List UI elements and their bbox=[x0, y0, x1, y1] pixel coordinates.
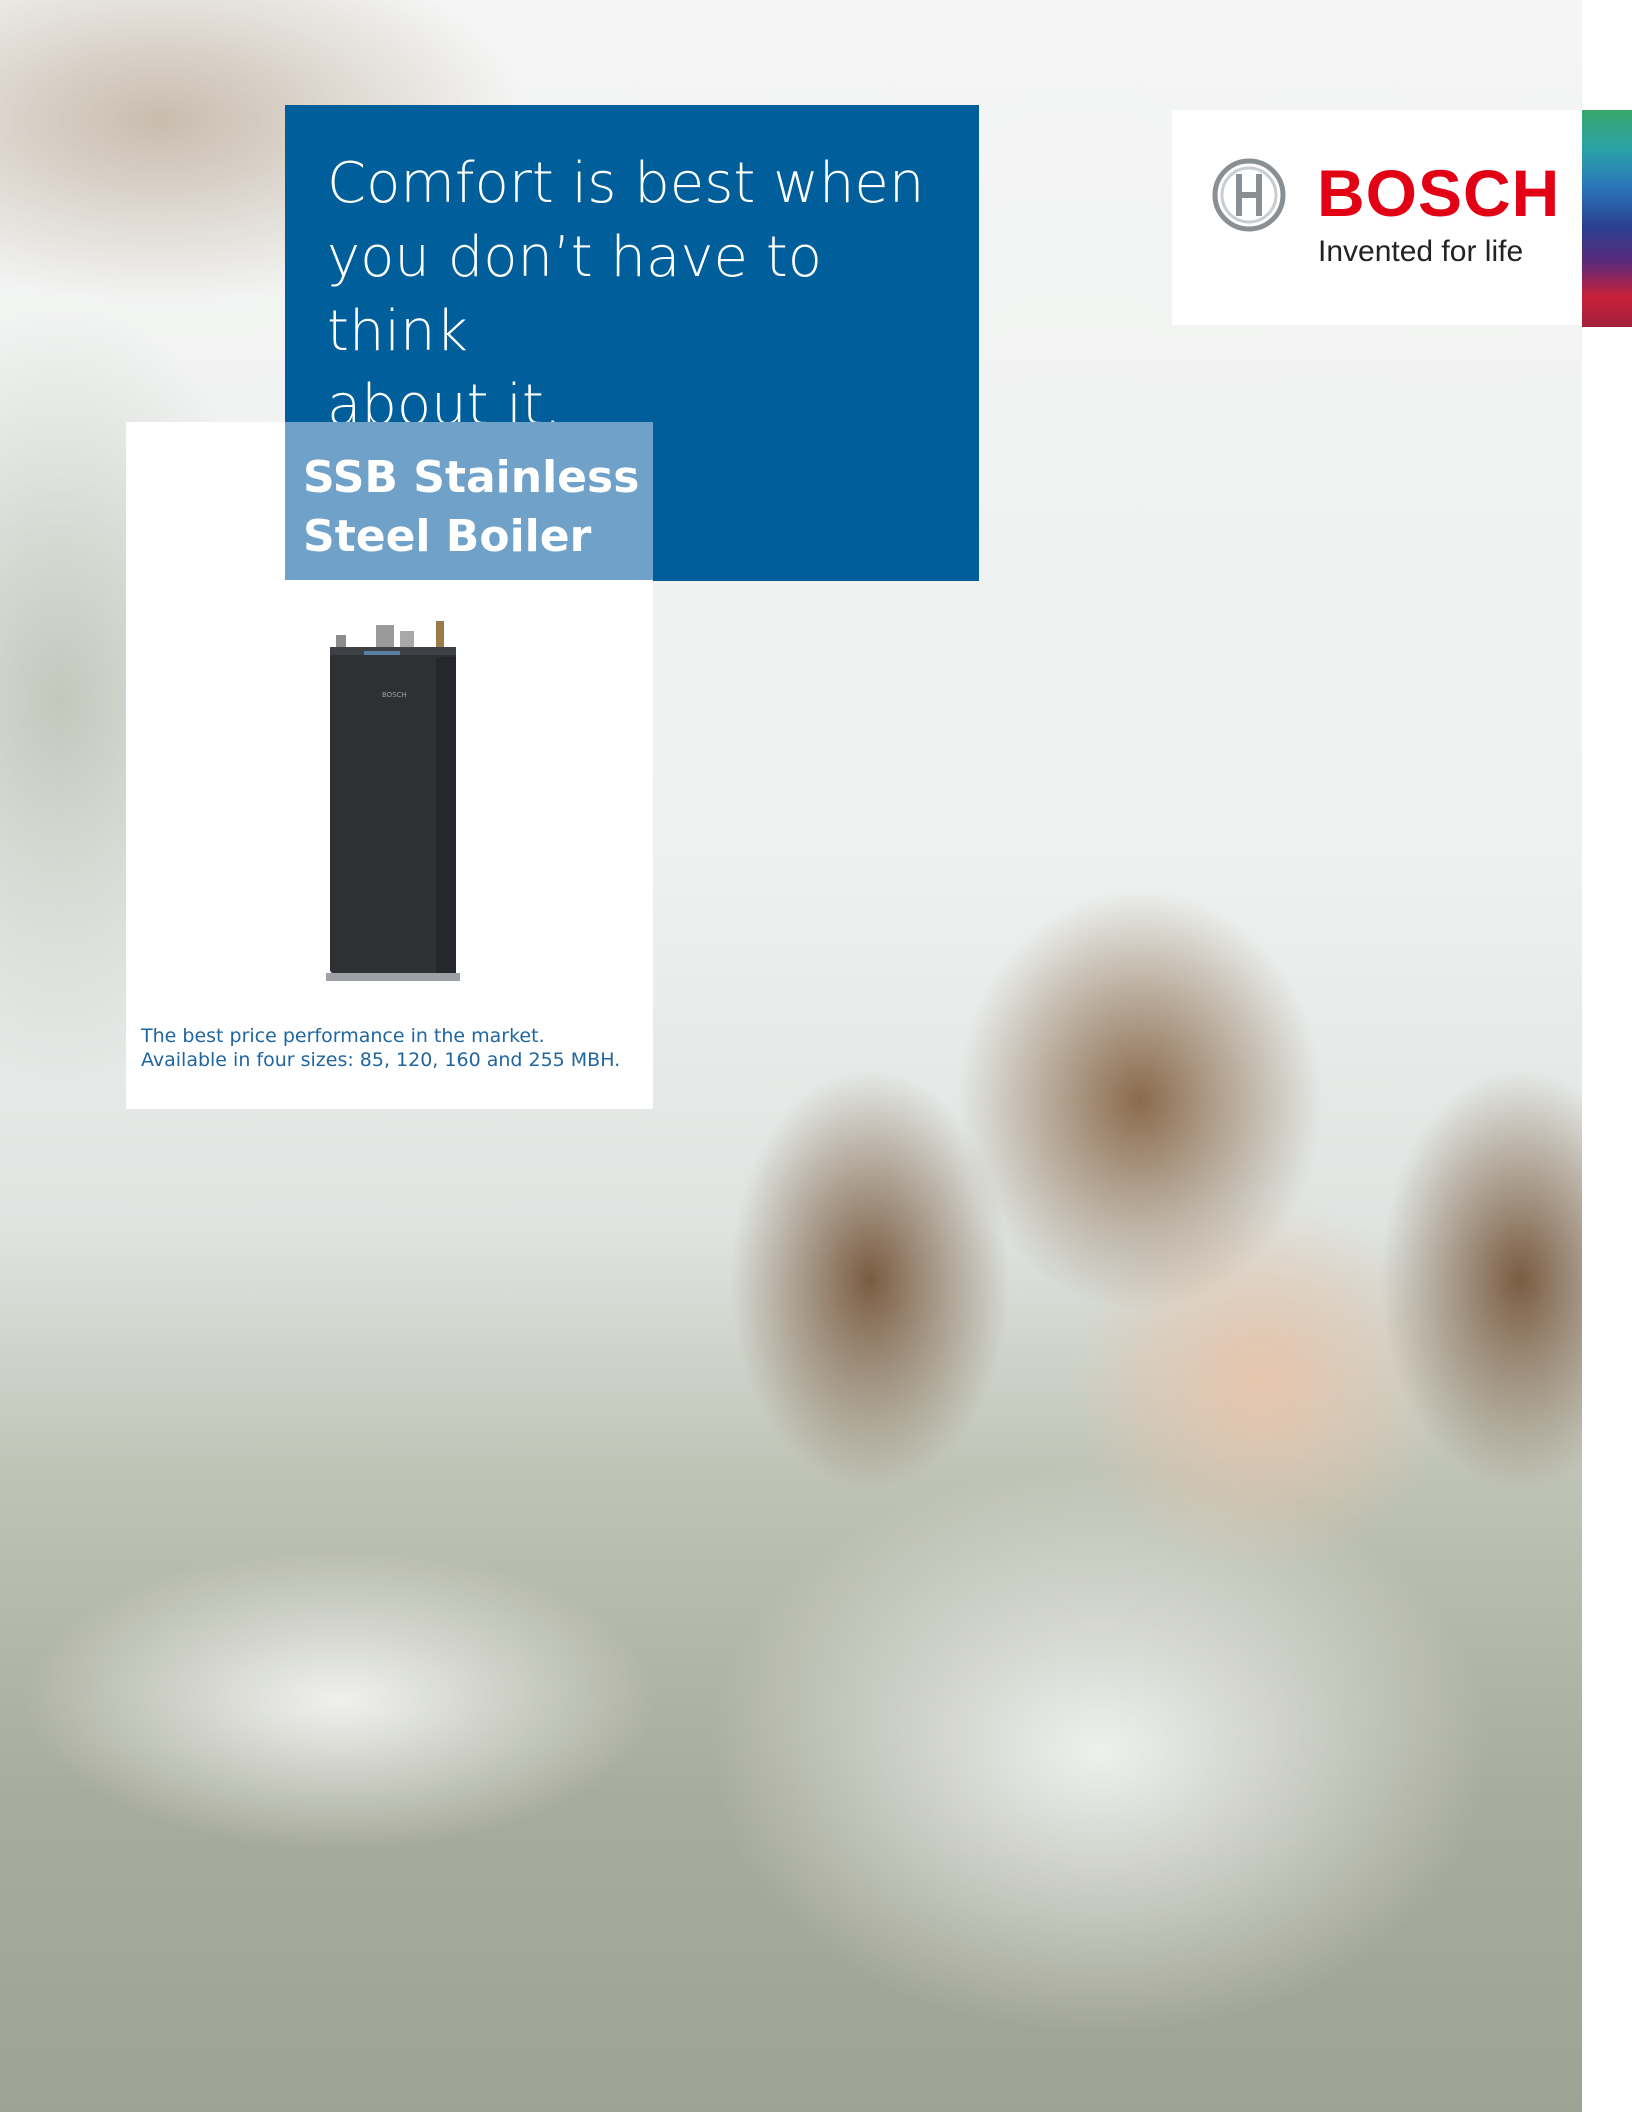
headline-line: Comfort is best when bbox=[327, 151, 925, 216]
description-line: Available in four sizes: 85, 120, 160 an… bbox=[141, 1049, 621, 1071]
product-description: The best price performance in the market… bbox=[141, 1024, 641, 1072]
brand-name: BOSCH bbox=[1317, 156, 1561, 230]
product-title-line: Steel Boiler bbox=[303, 511, 592, 562]
product-title-panel: SSB Stainless Steel Boiler bbox=[285, 422, 653, 580]
headline: Comfort is best when you don’t have to t… bbox=[327, 147, 947, 443]
boiler-product-image: BOSCH bbox=[326, 621, 460, 981]
product-title: SSB Stainless Steel Boiler bbox=[303, 448, 653, 566]
product-title-line: SSB Stainless bbox=[303, 452, 640, 503]
headline-line: you don’t have to think bbox=[327, 225, 822, 364]
bosch-armature-icon bbox=[1212, 158, 1286, 232]
brand-tagline: Invented for life bbox=[1318, 235, 1524, 268]
brand-color-bar bbox=[1582, 110, 1632, 327]
bosch-logo-card: BOSCH Invented for life bbox=[1172, 110, 1582, 325]
boiler-brand-label: BOSCH bbox=[382, 691, 407, 699]
description-line: The best price performance in the market… bbox=[141, 1025, 545, 1047]
